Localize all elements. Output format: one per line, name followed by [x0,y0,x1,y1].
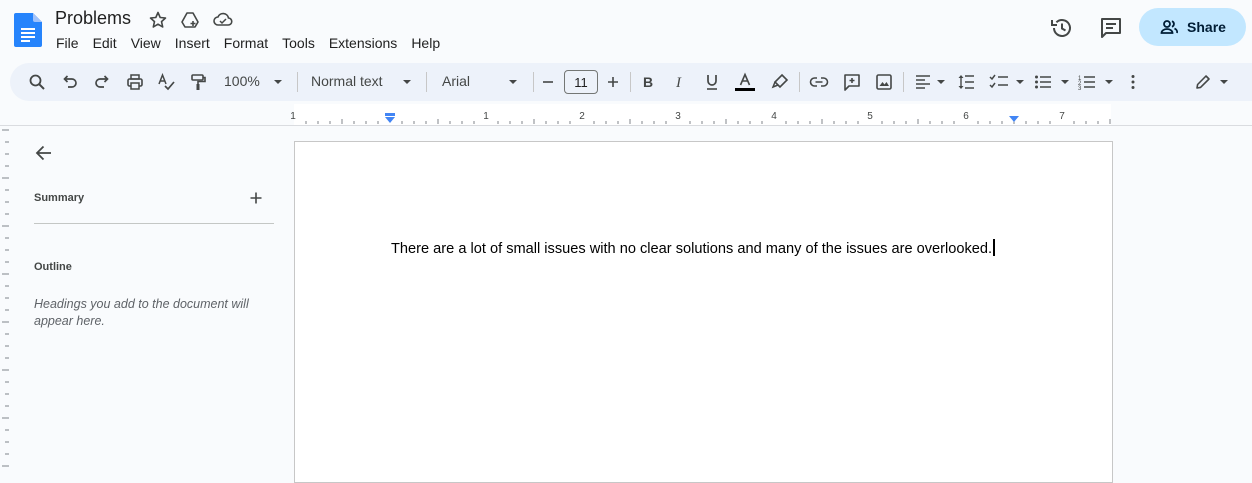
spellcheck-icon[interactable] [156,72,176,92]
bold-icon[interactable]: B [638,72,658,92]
undo-icon[interactable] [60,72,80,92]
ruler-label: 2 [579,111,585,122]
text-color-icon[interactable] [735,72,755,92]
menu-bar: File Edit View Insert Format Tools Exten… [49,34,447,52]
chevron-down-icon[interactable] [1214,72,1234,92]
paragraph-text[interactable]: There are a lot of small issues with no … [391,241,992,257]
cloud-saved-icon[interactable] [212,10,233,30]
menu-help[interactable]: Help [404,34,447,52]
svg-text:3: 3 [1078,86,1082,90]
toolbar-divider [903,72,904,92]
ruler-label: 7 [1059,111,1065,122]
toolbar-divider [297,72,298,92]
highlight-icon[interactable] [770,72,790,92]
title-bar: Problems File Edit View Insert Format To… [0,0,1252,60]
vertical-ruler[interactable] [0,126,10,475]
font-size-input[interactable]: 11 [564,70,598,94]
horizontal-ruler[interactable]: 1 1 2 3 4 5 6 7 [0,104,1252,126]
italic-icon[interactable]: I [670,72,690,92]
ruler-label: 6 [963,111,969,122]
redo-icon[interactable] [92,72,112,92]
docs-logo-icon[interactable] [14,13,42,47]
menu-edit[interactable]: Edit [86,34,124,52]
document-text[interactable]: There are a lot of small issues with no … [391,239,995,257]
line-spacing-icon[interactable] [956,72,976,92]
ruler-label: 4 [771,111,777,122]
chevron-down-icon[interactable] [397,72,417,92]
svg-text:B: B [643,74,653,90]
chevron-down-icon[interactable] [1099,72,1119,92]
toolbar-divider [533,72,534,92]
menu-insert[interactable]: Insert [168,34,217,52]
ruler-label: 1 [483,111,489,122]
toolbar: 100% Normal text Arial 11 B I 1 2 3 [10,63,1252,101]
increase-font-size-icon[interactable] [603,72,623,92]
bulleted-list-icon[interactable] [1033,72,1053,92]
toolbar-divider [630,72,631,92]
menu-extensions[interactable]: Extensions [322,34,404,52]
numbered-list-icon[interactable]: 123 [1077,72,1097,92]
back-arrow-icon[interactable] [34,143,54,163]
chevron-down-icon[interactable] [1055,72,1075,92]
star-icon[interactable] [148,10,168,30]
sidebar-divider [34,223,274,224]
ruler-label: 3 [675,111,681,122]
align-icon[interactable] [913,72,933,92]
ruler-divider [0,125,1252,126]
version-history-icon[interactable] [1048,14,1076,42]
more-icon[interactable] [1123,72,1143,92]
people-icon [1159,17,1179,37]
menu-view[interactable]: View [124,34,168,52]
search-icon[interactable] [27,72,47,92]
add-comment-icon[interactable] [842,72,862,92]
add-summary-icon[interactable] [248,190,264,206]
checklist-icon[interactable] [989,72,1009,92]
decrease-font-size-icon[interactable] [538,72,558,92]
ruler-label: 5 [867,111,873,122]
zoom-value[interactable]: 100% [224,73,260,89]
ruler-label: 1 [290,111,296,122]
move-to-drive-icon[interactable] [180,10,200,30]
paint-format-icon[interactable] [188,72,208,92]
outline-placeholder-text: Headings you add to the document will ap… [34,297,249,328]
menu-format[interactable]: Format [217,34,275,52]
document-title[interactable]: Problems [55,8,131,29]
toolbar-divider [799,72,800,92]
paragraph-style[interactable]: Normal text [311,73,383,89]
toolbar-divider [426,72,427,92]
chevron-down-icon[interactable] [1010,72,1030,92]
chevron-down-icon[interactable] [268,72,288,92]
font-family[interactable]: Arial [442,73,470,89]
summary-heading: Summary [34,192,85,204]
menu-tools[interactable]: Tools [275,34,322,52]
comments-icon[interactable] [1097,14,1125,42]
print-icon[interactable] [125,72,145,92]
chevron-down-icon[interactable] [931,72,951,92]
text-cursor [993,239,995,256]
editing-mode-icon[interactable] [1193,72,1213,92]
menu-file[interactable]: File [49,34,86,52]
link-icon[interactable] [809,72,829,92]
outline-heading: Outline [34,261,72,273]
share-label: Share [1187,19,1226,35]
svg-text:I: I [675,75,682,90]
chevron-down-icon[interactable] [503,72,523,92]
share-button[interactable]: Share [1139,8,1246,46]
insert-image-icon[interactable] [874,72,894,92]
underline-icon[interactable] [702,72,722,92]
document-page[interactable]: There are a lot of small issues with no … [294,141,1113,483]
